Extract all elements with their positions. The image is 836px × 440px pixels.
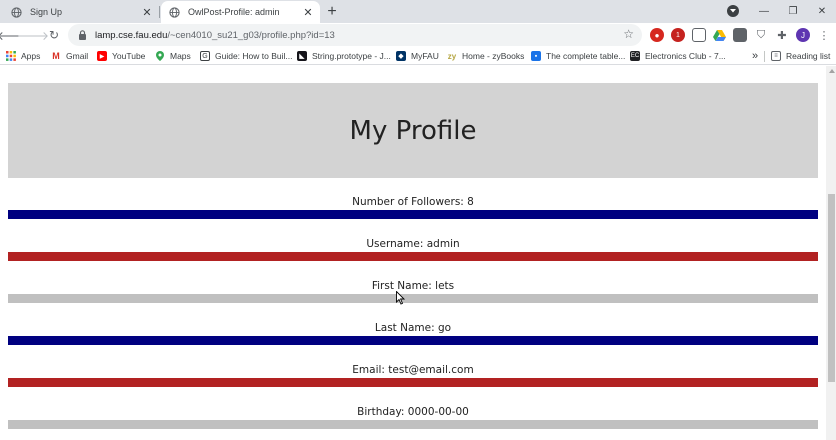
globe-icon — [11, 6, 22, 18]
bookmark-youtube[interactable]: ▶ YouTube — [97, 49, 145, 63]
new-tab-button[interactable]: + — [323, 3, 341, 21]
drive-extension-icon[interactable] — [712, 28, 726, 42]
email-label: Email: test@email.com — [352, 364, 474, 376]
bookmark-label: Maps — [170, 51, 191, 61]
bookmark-label: String.prototype - J... — [312, 51, 391, 61]
url-host: lamp.cse.fau.edu — [95, 29, 168, 41]
birthday-label: Birthday: 0000-00-00 — [357, 406, 469, 418]
scroll-up-arrow-icon[interactable] — [829, 69, 835, 73]
tab-owlpost-profile[interactable]: OwlPost-Profile: admin ✕ — [161, 1, 320, 23]
close-window-button[interactable]: ✕ — [811, 2, 833, 20]
profile-avatar[interactable]: J — [796, 28, 810, 42]
bookmark-label: Guide: How to Buil... — [215, 51, 293, 61]
bookmark-guide[interactable]: G Guide: How to Buil... — [200, 49, 292, 63]
reading-list-button[interactable]: ≡ Reading list — [771, 49, 830, 63]
mdn-icon: ◣ — [297, 51, 307, 61]
divider-bar — [8, 336, 818, 345]
kebab-menu-icon[interactable]: ⋮ — [817, 28, 831, 42]
adblock-extension-icon[interactable]: ● — [650, 28, 664, 42]
grammar-extension-icon[interactable] — [733, 28, 747, 42]
divider-bar — [8, 210, 818, 219]
bookmark-blue-icon: ▪ — [531, 51, 541, 61]
bookmark-label: Electronics Club - 7... — [645, 51, 726, 61]
divider-bar — [8, 420, 818, 429]
minimize-button[interactable]: — — [753, 2, 775, 20]
reading-list-icon: ≡ — [771, 51, 781, 61]
page-title: My Profile — [349, 115, 477, 146]
bookmark-label: YouTube — [112, 51, 146, 61]
close-icon[interactable]: ✕ — [139, 4, 155, 20]
chevron-double-right-icon: » — [752, 50, 759, 62]
bookmark-zybooks[interactable]: zy Home - zyBooks — [447, 49, 525, 63]
puzzle-extensions-icon[interactable]: ✚ — [775, 28, 789, 42]
bookmark-maps[interactable]: Maps — [155, 49, 191, 63]
bookmark-label: Apps — [21, 51, 41, 61]
divider-bar — [8, 252, 818, 261]
followers-label: Number of Followers: 8 — [352, 196, 474, 208]
lock-icon — [79, 30, 86, 40]
bookmark-electronics-club[interactable]: EC Electronics Club - 7... — [630, 49, 726, 63]
reading-list-label: Reading list — [786, 51, 831, 61]
last-name-label: Last Name: go — [374, 322, 452, 334]
profile-header: My Profile — [8, 83, 818, 178]
toolbar: 🡐 🡒 ↻ lamp.cse.fau.edu/~cen4010_su21_g03… — [0, 23, 836, 47]
bookmark-separator — [764, 51, 765, 62]
zybooks-icon: zy — [447, 51, 457, 61]
bookmarks-overflow-button[interactable]: » — [752, 49, 758, 63]
tab-search-button[interactable] — [727, 5, 739, 17]
apps-grid-icon — [6, 51, 16, 61]
bookmark-label: Home - zyBooks — [462, 51, 525, 61]
screenshot-extension-icon[interactable] — [692, 28, 706, 42]
maps-pin-icon — [155, 51, 165, 61]
drive-icon — [712, 29, 726, 41]
page-icon: G — [200, 51, 210, 61]
first-name-label: First Name: lets — [371, 280, 455, 292]
bookmarks-bar: Apps M Gmail ▶ YouTube Maps G Guide: How… — [0, 47, 836, 65]
ec-icon: EC — [630, 51, 640, 61]
tab-title: Sign Up — [30, 7, 63, 17]
globe-icon — [169, 6, 180, 18]
close-icon[interactable]: ✕ — [300, 4, 316, 20]
shield-extension-icon[interactable]: ⛉ — [754, 28, 768, 42]
gmail-icon: M — [51, 51, 61, 61]
address-bar[interactable]: lamp.cse.fau.edu/~cen4010_su21_g03/profi… — [68, 24, 642, 46]
bookmark-apps[interactable]: Apps — [6, 49, 40, 63]
bookmark-label: The complete table... — [546, 51, 626, 61]
scrollbar-thumb[interactable] — [828, 194, 835, 382]
mouse-cursor-icon — [396, 291, 406, 305]
reload-button[interactable]: ↻ — [45, 26, 63, 44]
page-viewport: My Profile Number of Followers: 8 Userna… — [0, 66, 836, 440]
extension-badge-icon[interactable]: 1 — [671, 28, 685, 42]
forward-button[interactable]: 🡒 — [17, 26, 49, 44]
divider-bar — [8, 378, 818, 387]
owl-icon: ◆ — [396, 51, 406, 61]
tab-sign-up[interactable]: Sign Up ✕ — [0, 1, 159, 23]
reload-icon: ↻ — [48, 28, 60, 42]
chevron-down-icon — [730, 9, 736, 13]
profile-initial: J — [801, 30, 805, 40]
tab-title: OwlPost-Profile: admin — [188, 7, 280, 17]
divider-bar — [8, 294, 818, 303]
bookmark-string-prototype[interactable]: ◣ String.prototype - J... — [297, 49, 391, 63]
url-path: /~cen4010_su21_g03/profile.php?id=13 — [167, 29, 335, 41]
youtube-icon: ▶ — [97, 51, 107, 61]
bookmark-label: Gmail — [66, 51, 89, 61]
bookmark-star-icon[interactable]: ☆ — [623, 27, 634, 41]
bookmark-complete-table[interactable]: ▪ The complete table... — [531, 49, 625, 63]
bookmark-myfau[interactable]: ◆ MyFAU — [396, 49, 439, 63]
username-label: Username: admin — [366, 238, 460, 250]
bookmark-gmail[interactable]: M Gmail — [51, 49, 88, 63]
extension-badge-count: 1 — [676, 31, 680, 39]
tab-strip: Sign Up ✕ OwlPost-Profile: admin ✕ + — ❐… — [0, 0, 836, 23]
tab-divider — [159, 6, 160, 18]
bookmark-label: MyFAU — [411, 51, 439, 61]
restore-button[interactable]: ❐ — [782, 2, 804, 20]
